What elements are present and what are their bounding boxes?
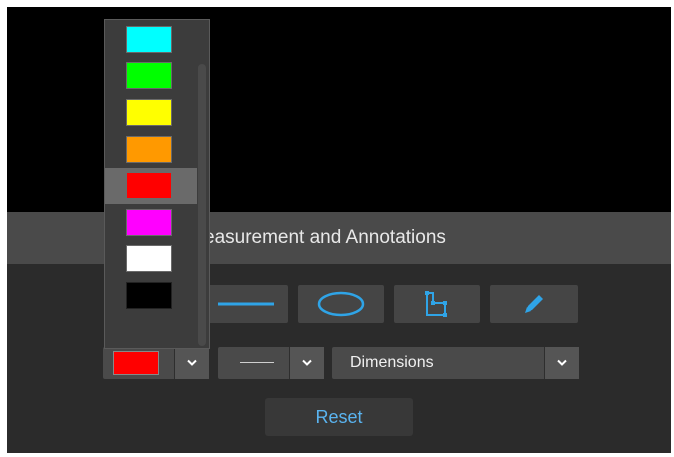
ellipse-tool-button[interactable] xyxy=(298,285,384,323)
chevron-down-icon xyxy=(302,359,312,366)
ellipse-tool-icon xyxy=(317,291,365,317)
color-swatch xyxy=(126,172,172,199)
color-swatch xyxy=(126,26,172,53)
color-select-arrow[interactable] xyxy=(174,347,209,379)
color-option-red[interactable] xyxy=(105,168,197,204)
chevron-down-icon xyxy=(557,359,567,366)
color-option-magenta[interactable] xyxy=(105,205,197,241)
annotation-mode-value: Dimensions xyxy=(350,354,434,371)
color-option-cyan[interactable] xyxy=(105,22,197,58)
color-swatch xyxy=(126,245,172,272)
polygon-tool-icon xyxy=(425,291,447,317)
color-dropdown-list xyxy=(104,19,210,349)
color-swatch xyxy=(126,282,172,309)
polygon-tool-button[interactable] xyxy=(394,285,480,323)
line-tool-button[interactable] xyxy=(204,285,288,323)
color-option-white[interactable] xyxy=(105,241,197,277)
annotation-panel: easurement and Annotations Dimensions Re… xyxy=(7,7,671,453)
selected-line-style xyxy=(240,362,274,363)
selected-color-swatch xyxy=(113,351,159,375)
color-swatch xyxy=(126,62,172,89)
color-option-black[interactable] xyxy=(105,278,197,314)
pencil-tool-button[interactable] xyxy=(490,285,578,323)
annotation-mode-select-arrow[interactable] xyxy=(544,347,579,379)
color-option-yellow[interactable] xyxy=(105,95,197,131)
color-option-green[interactable] xyxy=(105,58,197,94)
color-swatch xyxy=(126,209,172,236)
line-style-select-arrow[interactable] xyxy=(289,347,324,379)
dropdown-scrollbar[interactable] xyxy=(198,64,206,346)
pencil-tool-icon xyxy=(525,295,543,313)
color-swatch xyxy=(126,136,172,163)
line-tool-icon xyxy=(218,302,274,306)
reset-button[interactable]: Reset xyxy=(265,398,413,436)
color-swatch xyxy=(126,99,172,126)
chevron-down-icon xyxy=(187,359,197,366)
panel-title: easurement and Annotations xyxy=(204,227,446,248)
color-option-orange[interactable] xyxy=(105,132,197,168)
